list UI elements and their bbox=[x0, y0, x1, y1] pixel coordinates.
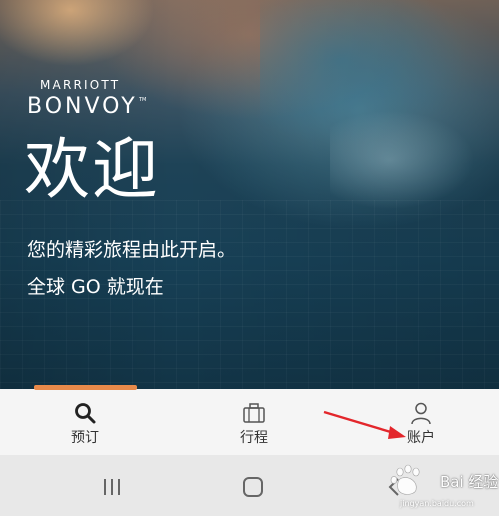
tab-trips[interactable]: 行程 bbox=[209, 389, 299, 455]
back-icon[interactable] bbox=[380, 472, 410, 502]
tagline-text: 您的精彩旅程由此开启。 bbox=[27, 239, 237, 261]
app-screen: MARRIOTT BONVOY TM 欢迎 您的精彩旅程由此开启。 全球 GO … bbox=[0, 0, 499, 516]
search-icon bbox=[75, 403, 96, 424]
tab-booking-label: 预订 bbox=[71, 430, 99, 446]
slogan-text: 全球 GO 就现在 bbox=[27, 276, 164, 298]
welcome-heading: 欢迎 bbox=[24, 131, 160, 208]
tab-account[interactable]: 账户 bbox=[376, 389, 466, 455]
brand-bonvoy: BONVOY bbox=[27, 94, 138, 119]
recents-icon[interactable] bbox=[97, 472, 127, 502]
tab-trips-label: 行程 bbox=[240, 430, 268, 446]
watermark-text: Bai 经验 bbox=[440, 473, 499, 491]
home-icon[interactable] bbox=[238, 472, 268, 502]
person-icon bbox=[411, 402, 431, 425]
watermark-url: jingyan.baidu.com bbox=[400, 499, 474, 508]
tab-booking[interactable]: 预订 bbox=[40, 389, 130, 455]
brand-marriott: MARRIOTT bbox=[40, 78, 121, 92]
hero-banner: MARRIOTT BONVOY TM 欢迎 您的精彩旅程由此开启。 全球 GO … bbox=[0, 0, 499, 389]
brand-trademark: TM bbox=[139, 97, 147, 103]
bottom-navigation: 预订 行程 账户 bbox=[0, 385, 499, 455]
tab-account-label: 账户 bbox=[407, 430, 435, 446]
briefcase-icon bbox=[243, 403, 265, 423]
